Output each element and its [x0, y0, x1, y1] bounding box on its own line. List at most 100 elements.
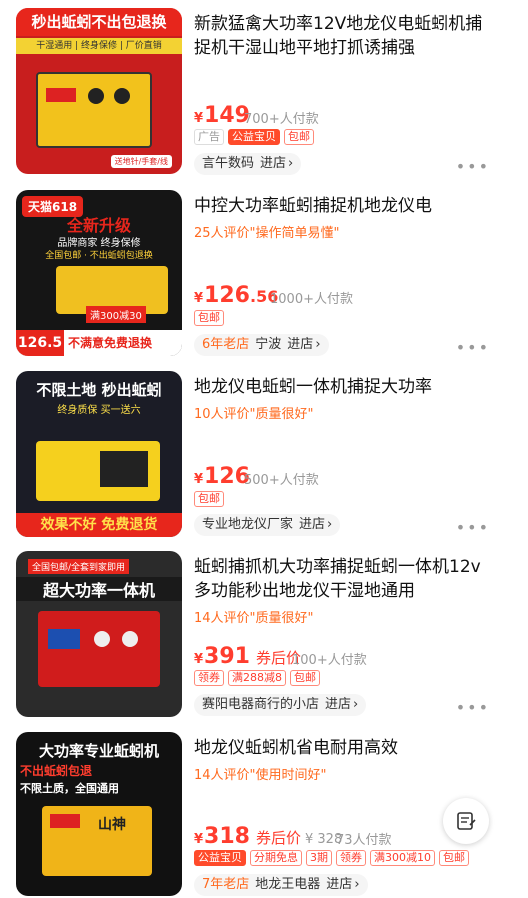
thumb-badge: 全国包邮/全套到家即用 [28, 559, 130, 574]
currency: ¥ [194, 832, 204, 847]
enter-store: 进店 [325, 697, 352, 712]
free-shipping-tag: 包邮 [290, 670, 320, 686]
price: ¥ 391 券后价 [194, 644, 301, 669]
sold-count: 1000+人付款 [270, 292, 353, 307]
store-link[interactable]: 赛阳电器商行的小店 进店 › [194, 694, 367, 716]
coupon-tag[interactable]: 领券 [194, 670, 224, 686]
store-name: 言午数码 [202, 156, 255, 171]
machine-image: 山神 [42, 806, 152, 876]
product-title[interactable]: 新款猛禽大功率12V地龙仪电蚯蚓机捕捉机干湿山地平地打抓诱捕强 [194, 12, 494, 60]
enter-store: 进店 [326, 877, 353, 892]
machine-brand: 山神 [98, 817, 126, 833]
store-link[interactable]: 言午数码 进店 › [194, 153, 302, 175]
machine-image [38, 611, 160, 687]
tag-row: 包邮 [194, 491, 224, 507]
sold-count: 73人付款 [336, 833, 392, 848]
enter-store: 进店 [287, 337, 314, 352]
store-link[interactable]: 7年老店 地龙王电器 进店 › [194, 874, 368, 896]
store-name: 赛阳电器商行的小店 [202, 697, 320, 712]
thumb-promo: 满300减30 [86, 306, 146, 323]
thumb-gift: 送地针/手套/线 [110, 155, 172, 168]
product-title[interactable]: 地龙仪电蚯蚓一体机捕捉大功率 [194, 375, 494, 399]
charity-tag: 公益宝贝 [228, 129, 280, 145]
discount-tag: 满300减10 [370, 850, 435, 866]
thumb-sub1: 品牌商家 终身保修 [57, 238, 141, 249]
thumb-banner: 秒出蚯蚓不出包退换 [16, 8, 182, 36]
thumb-sub2: 全国包邮 · 不出蚯蚓包退换 [45, 251, 153, 261]
sold-count: 500+人付款 [244, 473, 319, 488]
more-dots-icon[interactable]: ••• [456, 157, 490, 176]
chevron-right-icon: › [327, 517, 333, 532]
product-image[interactable]: 天猫618 全新升级 品牌商家 终身保修 全国包邮 · 不出蚯蚓包退换 满300… [16, 190, 182, 356]
thumb-guarantee: 不满意免费退换 [68, 336, 153, 350]
price: ¥ 149 [194, 103, 250, 128]
notes-icon [457, 812, 476, 830]
thumb-sub2: 不限土质，全国通用 [20, 782, 119, 795]
enter-store: 进店 [299, 517, 326, 532]
store-age: 7年老店 [202, 877, 250, 892]
thumb-headline: 不限土地 秒出蚯蚓 [36, 381, 162, 399]
review-summary: 10人评价"质量很好" [194, 407, 314, 422]
more-dots-icon[interactable]: ••• [456, 698, 490, 717]
product-item[interactable]: 全国包邮/全套到家即用 超大功率一体机 蚯蚓捕抓机大功率捕捉蚯蚓一体机12v多功… [0, 543, 528, 717]
thumb-headline: 大功率专业蚯蚓机 [38, 742, 159, 760]
sold-count: 100+人付款 [292, 653, 367, 668]
free-shipping-tag: 包邮 [194, 491, 224, 507]
product-title[interactable]: 地龙仪蚯蚓机省电耐用高效 [194, 736, 494, 760]
price: ¥ 318 券后价 ¥ 328 [194, 824, 342, 849]
machine-image [36, 441, 160, 501]
tag-row: 广告 公益宝贝 包邮 [194, 129, 314, 145]
store-name: 专业地龙仪厂家 [202, 517, 294, 532]
store-name: 宁波 [255, 337, 282, 352]
store-link[interactable]: 6年老店 宁波 进店 › [194, 334, 329, 356]
product-title[interactable]: 中控大功率蚯蚓捕捉机地龙仪电 [194, 194, 494, 218]
coupon-price-label: 券后价 [255, 829, 301, 847]
product-image[interactable]: 全国包邮/全套到家即用 超大功率一体机 [16, 551, 182, 717]
notes-fab-button[interactable] [443, 798, 489, 844]
free-shipping-tag: 包邮 [194, 310, 224, 326]
review-summary: 25人评价"操作简单易懂" [194, 226, 340, 241]
chevron-right-icon: › [288, 156, 294, 171]
tag-row: 包邮 [194, 310, 224, 326]
thumb-sub1: 不出蚯蚓包退 [20, 764, 93, 778]
thumb-headline: 全新升级 [66, 216, 131, 235]
price-int: 391 [204, 644, 250, 669]
product-image[interactable]: 不限土地 秒出蚯蚓 终身质保 买一送六 效果不好 免费退货 [16, 371, 182, 537]
free-shipping-tag: 包邮 [439, 850, 469, 866]
product-item[interactable]: 天猫618 全新升级 品牌商家 终身保修 全国包邮 · 不出蚯蚓包退换 满300… [0, 182, 528, 357]
thumb-subbanner: 干湿通用 | 终身保修 | 厂价直销 [16, 38, 182, 54]
installment-periods-tag: 3期 [306, 850, 332, 866]
sold-count: 700+人付款 [244, 112, 319, 127]
more-dots-icon[interactable]: ••• [456, 338, 490, 357]
product-title[interactable]: 蚯蚓捕抓机大功率捕捉蚯蚓一体机12v多功能秒出地龙仪干湿地通用 [194, 555, 494, 603]
currency: ¥ [194, 472, 204, 487]
product-image[interactable]: 大功率专业蚯蚓机 不出蚯蚓包退 不限土质，全国通用 山神 [16, 732, 182, 896]
tag-row: 领券 满288减8 包邮 [194, 670, 320, 686]
tag-row: 公益宝贝 分期免息 3期 领券 满300减10 包邮 [194, 850, 469, 866]
product-item[interactable]: 不限土地 秒出蚯蚓 终身质保 买一送六 效果不好 免费退货 地龙仪电蚯蚓一体机捕… [0, 363, 528, 537]
price-int: 126 [204, 283, 250, 308]
store-name: 地龙王电器 [255, 877, 321, 892]
price: ¥ 126 [194, 464, 250, 489]
currency: ¥ [194, 111, 204, 126]
installment-tag: 分期免息 [250, 850, 302, 866]
enter-store: 进店 [260, 156, 287, 171]
chevron-right-icon: › [354, 877, 360, 892]
currency: ¥ [194, 291, 204, 306]
store-link[interactable]: 专业地龙仪厂家 进店 › [194, 514, 341, 536]
currency: ¥ [194, 652, 204, 667]
review-summary: 14人评价"质量很好" [194, 611, 314, 626]
coupon-tag[interactable]: 领券 [336, 850, 366, 866]
chevron-right-icon: › [315, 337, 321, 352]
store-age: 6年老店 [202, 337, 250, 352]
price-int: 318 [204, 824, 250, 849]
ad-tag: 广告 [194, 129, 224, 145]
machine-image [36, 72, 152, 148]
product-item[interactable]: 秒出蚯蚓不出包退换 干湿通用 | 终身保修 | 厂价直销 送地针/手套/线 新款… [0, 0, 528, 176]
more-dots-icon[interactable]: ••• [456, 518, 490, 537]
thumb-headline: 超大功率一体机 [16, 577, 182, 601]
thumb-price: 126.5 [16, 330, 64, 356]
thumb-guarantee: 效果不好 免费退货 [16, 513, 182, 537]
free-shipping-tag: 包邮 [284, 129, 314, 145]
product-image[interactable]: 秒出蚯蚓不出包退换 干湿通用 | 终身保修 | 厂价直销 送地针/手套/线 [16, 8, 182, 174]
